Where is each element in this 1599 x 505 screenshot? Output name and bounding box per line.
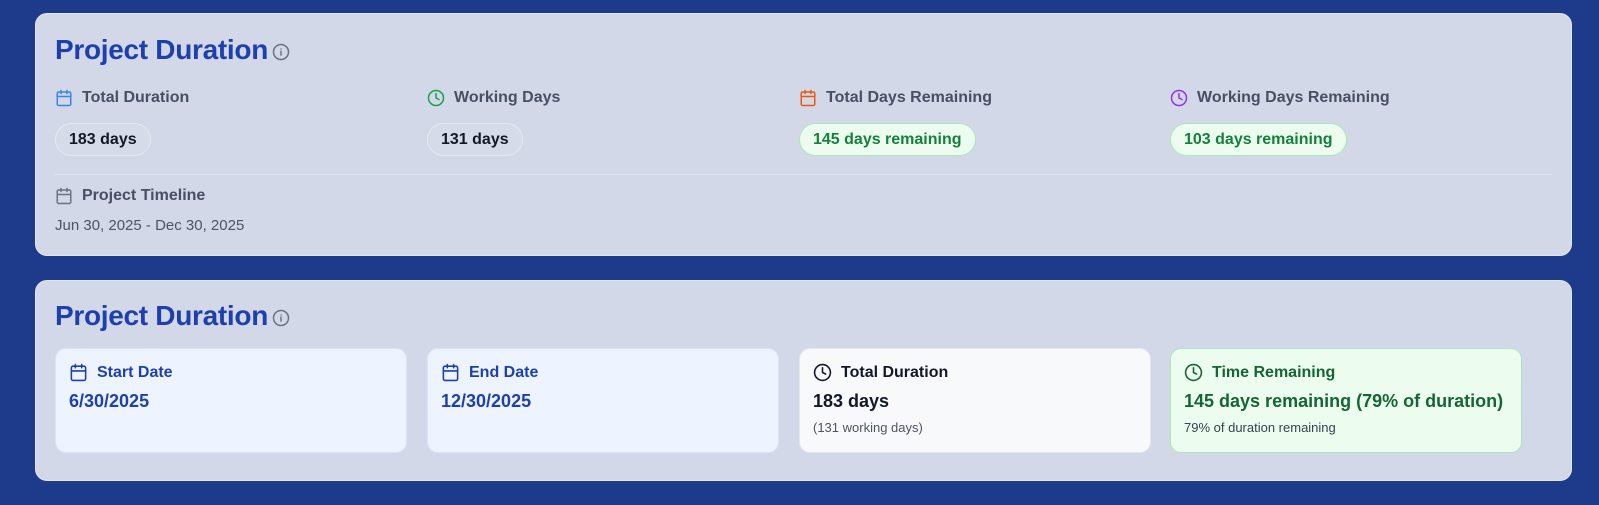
metric-label: Total Duration — [82, 89, 190, 106]
detail-card-title: Project Duration — [55, 300, 269, 331]
metric-value-badge: 103 days remaining — [1170, 123, 1347, 156]
project-duration-summary-card: Project Duration Total Duration 183 days… — [35, 13, 1572, 256]
calendar-icon — [800, 89, 816, 107]
summary-card-title: Project Duration — [55, 34, 269, 65]
info-icon[interactable] — [272, 309, 290, 327]
project-duration-detail-card: Project Duration Start Date 6/30/2025 En… — [35, 280, 1572, 481]
start-date-value: 6/30/2025 — [69, 391, 150, 411]
calendar-icon — [442, 363, 459, 382]
end-date-value: 12/30/2025 — [441, 391, 532, 411]
box-label: Time Remaining — [1212, 363, 1336, 381]
metric-value-badge: 183 days — [55, 123, 151, 156]
metric-value-badge: 145 days remaining — [799, 123, 976, 156]
divider — [55, 174, 1552, 175]
box-label: Total Duration — [841, 363, 949, 381]
calendar-icon — [56, 89, 72, 107]
time-remaining-box: Time Remaining 145 days remaining (79% o… — [1170, 348, 1522, 453]
calendar-icon — [70, 363, 87, 382]
start-date-box: Start Date 6/30/2025 — [55, 348, 407, 453]
total-duration-value: 183 days — [813, 391, 890, 411]
time-remaining-note: 79% of duration remaining — [1184, 420, 1336, 435]
box-label: End Date — [469, 363, 539, 381]
total-duration-box: Total Duration 183 days (131 working day… — [799, 348, 1151, 453]
summary-card-header: Project Duration — [55, 34, 290, 66]
detail-card-header: Project Duration — [55, 300, 290, 332]
metric-working-days: Working Days 131 days — [427, 87, 787, 156]
info-icon[interactable] — [272, 43, 290, 61]
metric-label: Total Days Remaining — [826, 89, 992, 106]
project-timeline: Project Timeline Jun 30, 2025 - Dec 30, … — [55, 185, 244, 234]
time-remaining-value: 145 days remaining (79% of duration) — [1184, 391, 1504, 411]
metric-value-badge: 131 days — [427, 123, 523, 156]
metric-total-duration: Total Duration 183 days — [55, 87, 415, 156]
clock-icon — [1170, 89, 1188, 107]
calendar-icon — [56, 187, 72, 205]
clock-icon — [813, 363, 832, 382]
working-days-note: (131 working days) — [813, 420, 923, 435]
box-label: Start Date — [97, 363, 173, 381]
timeline-value: Jun 30, 2025 - Dec 30, 2025 — [55, 217, 245, 234]
clock-icon — [1184, 363, 1203, 382]
metric-working-days-remaining: Working Days Remaining 103 days remainin… — [1170, 87, 1530, 156]
metric-label: Working Days — [454, 89, 561, 106]
metric-label: Working Days Remaining — [1197, 89, 1390, 106]
metric-total-days-remaining: Total Days Remaining 145 days remaining — [799, 87, 1159, 156]
end-date-box: End Date 12/30/2025 — [427, 348, 779, 453]
timeline-label: Project Timeline — [82, 187, 206, 204]
clock-icon — [427, 89, 445, 107]
